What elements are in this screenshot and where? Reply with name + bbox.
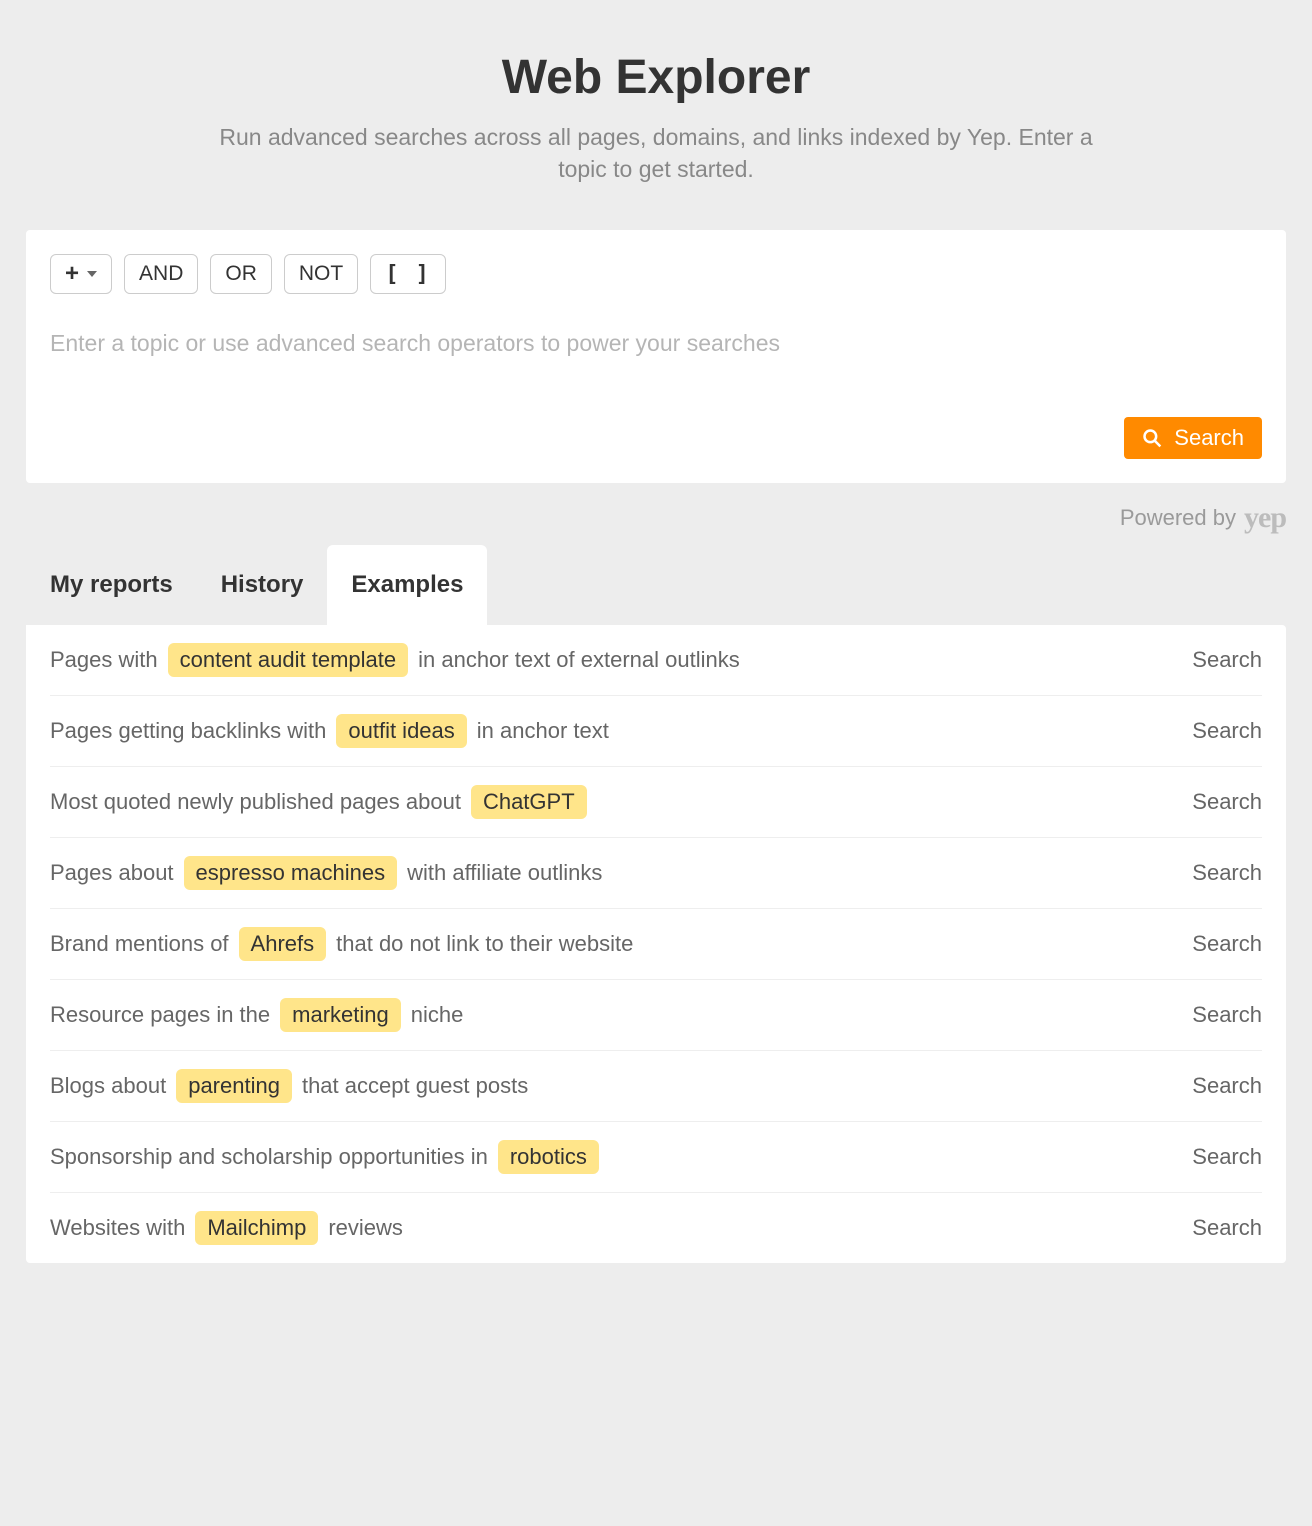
example-chip: content audit template bbox=[168, 643, 408, 677]
example-text: Sponsorship and scholarship opportunitie… bbox=[50, 1140, 609, 1174]
example-row: Sponsorship and scholarship opportunitie… bbox=[50, 1122, 1262, 1193]
example-chip: outfit ideas bbox=[336, 714, 466, 748]
and-operator-button[interactable]: AND bbox=[124, 254, 198, 294]
example-pre: Pages getting backlinks with bbox=[50, 718, 326, 744]
example-row: Pages with content audit template in anc… bbox=[50, 625, 1262, 696]
search-icon bbox=[1142, 428, 1162, 448]
example-search-link[interactable]: Search bbox=[1192, 1002, 1262, 1028]
example-post: with affiliate outlinks bbox=[407, 860, 602, 886]
tab-examples[interactable]: Examples bbox=[327, 545, 487, 625]
search-button[interactable]: Search bbox=[1124, 417, 1262, 459]
example-chip: Ahrefs bbox=[239, 927, 327, 961]
example-text: Most quoted newly published pages about … bbox=[50, 785, 597, 819]
example-pre: Resource pages in the bbox=[50, 1002, 270, 1028]
example-text: Pages with content audit template in anc… bbox=[50, 643, 740, 677]
example-post: in anchor text of external outlinks bbox=[418, 647, 740, 673]
example-pre: Brand mentions of bbox=[50, 931, 229, 957]
not-operator-button[interactable]: NOT bbox=[284, 254, 358, 294]
example-row: Resource pages in the marketing niche Se… bbox=[50, 980, 1262, 1051]
example-search-link[interactable]: Search bbox=[1192, 1215, 1262, 1241]
add-operator-button[interactable]: + bbox=[50, 254, 112, 294]
example-pre: Blogs about bbox=[50, 1073, 166, 1099]
example-chip: ChatGPT bbox=[471, 785, 587, 819]
example-row: Brand mentions of Ahrefs that do not lin… bbox=[50, 909, 1262, 980]
chevron-down-icon bbox=[87, 271, 97, 277]
operator-row: + AND OR NOT [ ] bbox=[50, 254, 1262, 294]
example-text: Blogs about parenting that accept guest … bbox=[50, 1069, 528, 1103]
powered-by-label: Powered by bbox=[1120, 505, 1236, 531]
example-chip: espresso machines bbox=[184, 856, 398, 890]
example-search-link[interactable]: Search bbox=[1192, 1144, 1262, 1170]
example-row: Pages getting backlinks with outfit idea… bbox=[50, 696, 1262, 767]
example-pre: Sponsorship and scholarship opportunitie… bbox=[50, 1144, 488, 1170]
example-post: niche bbox=[411, 1002, 464, 1028]
example-search-link[interactable]: Search bbox=[1192, 1073, 1262, 1099]
tab-history[interactable]: History bbox=[197, 545, 328, 625]
tabs: My reports History Examples bbox=[26, 545, 1286, 625]
example-search-link[interactable]: Search bbox=[1192, 860, 1262, 886]
example-pre: Pages about bbox=[50, 860, 174, 886]
example-text: Pages about espresso machines with affil… bbox=[50, 856, 602, 890]
example-text: Resource pages in the marketing niche bbox=[50, 998, 463, 1032]
tab-my-reports[interactable]: My reports bbox=[26, 545, 197, 625]
page-title: Web Explorer bbox=[26, 50, 1286, 105]
search-input[interactable] bbox=[50, 330, 1262, 357]
example-text: Websites with Mailchimp reviews bbox=[50, 1211, 403, 1245]
example-search-link[interactable]: Search bbox=[1192, 647, 1262, 673]
example-chip: parenting bbox=[176, 1069, 292, 1103]
example-row: Websites with Mailchimp reviews Search bbox=[50, 1193, 1262, 1263]
brackets-operator-button[interactable]: [ ] bbox=[370, 254, 446, 294]
example-row: Blogs about parenting that accept guest … bbox=[50, 1051, 1262, 1122]
example-search-link[interactable]: Search bbox=[1192, 789, 1262, 815]
example-text: Brand mentions of Ahrefs that do not lin… bbox=[50, 927, 633, 961]
examples-panel: Pages with content audit template in anc… bbox=[26, 625, 1286, 1263]
example-chip: marketing bbox=[280, 998, 401, 1032]
powered-by: Powered by yep bbox=[26, 501, 1286, 535]
example-pre: Websites with bbox=[50, 1215, 185, 1241]
example-post: that accept guest posts bbox=[302, 1073, 528, 1099]
or-operator-button[interactable]: OR bbox=[210, 254, 272, 294]
example-pre: Most quoted newly published pages about bbox=[50, 789, 461, 815]
page-header: Web Explorer Run advanced searches acros… bbox=[26, 50, 1286, 185]
example-chip: Mailchimp bbox=[195, 1211, 318, 1245]
example-search-link[interactable]: Search bbox=[1192, 931, 1262, 957]
example-post: that do not link to their website bbox=[336, 931, 633, 957]
plus-icon: + bbox=[65, 262, 79, 286]
example-row: Most quoted newly published pages about … bbox=[50, 767, 1262, 838]
example-pre: Pages with bbox=[50, 647, 158, 673]
search-button-label: Search bbox=[1174, 425, 1244, 451]
example-search-link[interactable]: Search bbox=[1192, 718, 1262, 744]
example-text: Pages getting backlinks with outfit idea… bbox=[50, 714, 609, 748]
page-subtitle: Run advanced searches across all pages, … bbox=[196, 121, 1116, 185]
search-panel: + AND OR NOT [ ] Search bbox=[26, 230, 1286, 483]
example-post: in anchor text bbox=[477, 718, 609, 744]
example-chip: robotics bbox=[498, 1140, 599, 1174]
search-actions: Search bbox=[50, 417, 1262, 459]
example-row: Pages about espresso machines with affil… bbox=[50, 838, 1262, 909]
example-post: reviews bbox=[328, 1215, 403, 1241]
yep-logo: yep bbox=[1244, 501, 1286, 535]
